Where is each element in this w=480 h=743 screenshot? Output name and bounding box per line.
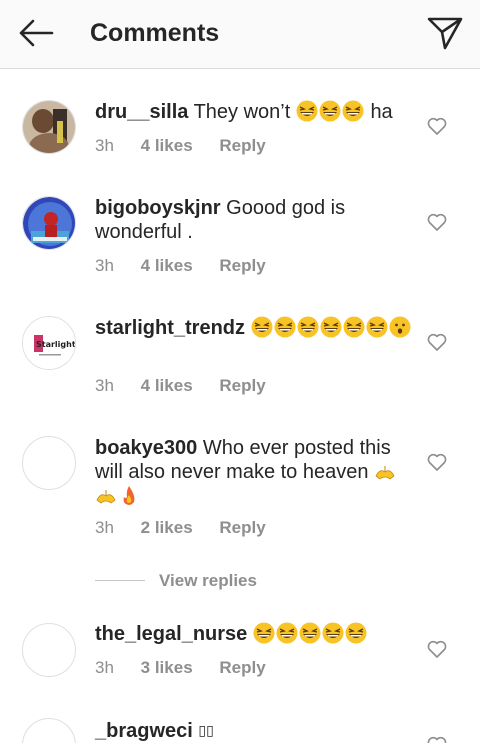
grinning-squinting-face-emoji bbox=[366, 316, 388, 338]
comment-likes[interactable]: 2 likes bbox=[141, 518, 193, 537]
heart-icon[interactable] bbox=[427, 736, 447, 743]
emoji-group bbox=[251, 316, 412, 339]
emoji-group bbox=[253, 622, 368, 645]
comment-meta: 3h 4 likes Reply bbox=[95, 256, 288, 276]
comment-meta: 3h 2 likes Reply bbox=[95, 518, 288, 538]
comment-username[interactable]: the_legal_nurse bbox=[95, 623, 247, 645]
page-title: Comments bbox=[90, 19, 220, 47]
comment-text: dru__silla They won’t ha bbox=[95, 100, 415, 124]
grinning-squinting-face-emoji bbox=[343, 316, 365, 338]
comment-username[interactable]: dru__silla bbox=[95, 101, 188, 123]
comment-time: 3h bbox=[95, 136, 114, 155]
comment-text: _bragweci ▯▯ bbox=[95, 718, 415, 743]
grinning-squinting-face-emoji bbox=[274, 316, 296, 338]
view-replies-button[interactable]: View replies bbox=[95, 571, 395, 593]
grinning-squinting-face-emoji bbox=[296, 100, 318, 122]
reply-button[interactable]: Reply bbox=[219, 256, 265, 275]
folded-hands-emoji bbox=[375, 466, 395, 480]
comment-likes[interactable]: 3 likes bbox=[141, 658, 193, 677]
grinning-squinting-face-emoji bbox=[345, 622, 367, 644]
reply-button[interactable]: Reply bbox=[219, 136, 265, 155]
view-replies-divider bbox=[95, 580, 145, 581]
paper-plane-icon[interactable] bbox=[426, 14, 464, 52]
comment-meta: 3h 4 likes Reply bbox=[95, 376, 288, 396]
comment-item: bigoboyskjnr Goood god is wonderful . 3h… bbox=[0, 196, 480, 276]
avatar[interactable] bbox=[22, 436, 76, 490]
comment-text: the_legal_nurse bbox=[95, 622, 415, 646]
fire-emoji bbox=[123, 486, 135, 505]
reply-button[interactable]: Reply bbox=[219, 518, 265, 537]
comment-username[interactable]: _bragweci bbox=[95, 720, 193, 742]
hushed-face-emoji bbox=[389, 316, 411, 338]
comment-username[interactable]: starlight_trendz bbox=[95, 317, 245, 339]
comment-body: They won’t bbox=[193, 101, 291, 123]
grinning-squinting-face-emoji bbox=[319, 100, 341, 122]
folded-hands-emoji bbox=[96, 490, 116, 504]
comment-text: boakye300 Who ever posted this will also… bbox=[95, 436, 415, 508]
heart-icon[interactable] bbox=[427, 640, 447, 658]
grinning-squinting-face-emoji bbox=[297, 316, 319, 338]
comment-meta: 3h 3 likes Reply bbox=[95, 658, 288, 678]
comment-body-tail: ha bbox=[370, 101, 393, 123]
avatar[interactable] bbox=[22, 718, 76, 743]
comment-time: 3h bbox=[95, 256, 114, 275]
avatar[interactable]: Starlight bbox=[22, 316, 76, 370]
grinning-squinting-face-emoji bbox=[322, 622, 344, 644]
comment-item: the_legal_nurse 3h 3 likes Reply bbox=[0, 622, 480, 692]
heart-icon[interactable] bbox=[427, 453, 447, 471]
comment-item: boakye300 Who ever posted this will also… bbox=[0, 436, 480, 546]
comments-header: Comments bbox=[0, 0, 480, 69]
comment-time: 3h bbox=[95, 518, 114, 537]
reply-button[interactable]: Reply bbox=[219, 376, 265, 395]
avatar[interactable] bbox=[22, 100, 76, 154]
emoji-group bbox=[296, 100, 371, 123]
comment-likes[interactable]: 4 likes bbox=[141, 136, 193, 155]
grinning-squinting-face-emoji bbox=[320, 316, 342, 338]
comment-item: dru__silla They won’t ha 3h 4 likes Repl… bbox=[0, 98, 480, 168]
comment-text: starlight_trendz bbox=[95, 316, 415, 340]
arrow-left-icon[interactable] bbox=[16, 16, 56, 50]
avatar[interactable] bbox=[22, 623, 76, 677]
comment-likes[interactable]: 4 likes bbox=[141, 256, 193, 275]
comment-meta: 3h 4 likes Reply bbox=[95, 136, 288, 156]
grinning-squinting-face-emoji bbox=[251, 316, 273, 338]
comment-item: Starlight starlight_trendz 3h 4 likes Re… bbox=[0, 316, 480, 396]
reply-button[interactable]: Reply bbox=[219, 658, 265, 677]
comment-likes[interactable]: 4 likes bbox=[141, 376, 193, 395]
comment-time: 3h bbox=[95, 376, 114, 395]
grinning-squinting-face-emoji bbox=[299, 622, 321, 644]
avatar[interactable] bbox=[22, 196, 76, 250]
grinning-squinting-face-emoji bbox=[342, 100, 364, 122]
view-replies-label: View replies bbox=[159, 571, 257, 590]
comment-username[interactable]: bigoboyskjnr bbox=[95, 197, 221, 219]
comment-item: _bragweci ▯▯ bbox=[0, 718, 480, 743]
heart-icon[interactable] bbox=[427, 213, 447, 231]
grinning-squinting-face-emoji bbox=[253, 622, 275, 644]
comment-username[interactable]: boakye300 bbox=[95, 437, 197, 459]
heart-icon[interactable] bbox=[427, 117, 447, 135]
avatar-logo-text: Starlight bbox=[36, 340, 76, 349]
grinning-squinting-face-emoji bbox=[276, 622, 298, 644]
heart-icon[interactable] bbox=[427, 333, 447, 351]
comment-text: bigoboyskjnr Goood god is wonderful . bbox=[95, 196, 415, 244]
comment-time: 3h bbox=[95, 658, 114, 677]
comment-body: ▯▯ bbox=[198, 722, 214, 738]
